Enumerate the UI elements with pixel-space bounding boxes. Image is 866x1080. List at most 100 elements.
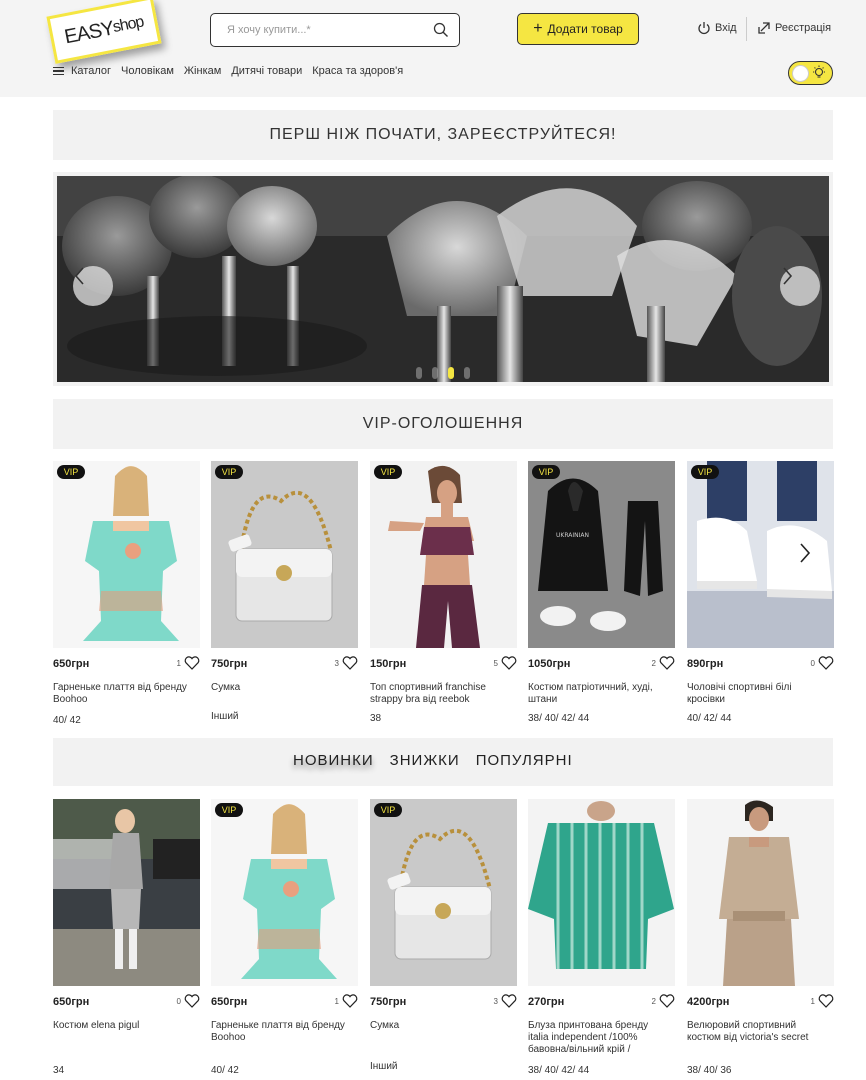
product-title[interactable]: Сумка (211, 682, 351, 694)
register-link[interactable]: Реєстрація (757, 21, 831, 35)
bulb-icon (813, 65, 825, 78)
product-title[interactable]: Гарненьке плаття від бренду Boohoo (53, 682, 193, 706)
product-image[interactable] (53, 799, 200, 986)
product-title[interactable]: Костюм патріотичний, худі, штани (528, 682, 668, 706)
slider-dot-active[interactable] (448, 367, 454, 379)
product-card[interactable]: 270грн 2 Блуза принтована бренду italia … (528, 799, 675, 1080)
vip-section-title: VIP-ОГОЛОШЕННЯ (362, 415, 524, 432)
product-sizes: 38/ 40/ 42/ 44 (528, 1065, 590, 1076)
theme-toggle[interactable] (788, 61, 833, 85)
product-price: 750грн (211, 658, 248, 670)
register-banner-text: ПЕРШ НІЖ ПОЧАТИ, ЗАРЕЄСТРУЙТЕСЯ! (269, 126, 617, 143)
category-nav: Каталог Чоловікам Жінкам Дитячі товари К… (53, 65, 403, 77)
product-card[interactable]: 650грн 0 Костюм elena pigul 34 (53, 799, 200, 1080)
heart-icon[interactable] (342, 656, 358, 670)
login-link[interactable]: Вхід (697, 21, 737, 35)
slider-dot[interactable] (416, 367, 422, 379)
product-price: 4200грн (687, 996, 730, 1008)
heart-icon[interactable] (501, 656, 517, 670)
like-control[interactable]: 2 (652, 994, 675, 1008)
product-image[interactable]: UKRAINIAN (528, 461, 675, 648)
nav-item-women[interactable]: Жінкам (184, 65, 221, 77)
product-title[interactable]: Чоловічі спортивні білі кросівки (687, 682, 827, 706)
product-card[interactable]: 4200грн 1 Велюровий спортивний костюм ві… (687, 799, 834, 1080)
heart-icon[interactable] (659, 656, 675, 670)
like-control[interactable]: 1 (177, 656, 200, 670)
header-divider (746, 17, 747, 41)
like-control[interactable]: 1 (811, 994, 834, 1008)
chevron-right-icon (783, 267, 793, 285)
makeup-brushes-photo (57, 176, 829, 382)
product-tabs: НОВИНКИ ЗНИЖКИ ПОПУЛЯРНІ (293, 752, 573, 769)
product-card[interactable]: UKRAINIAN VIP 1050грн 2 Костюм патріотич… (528, 461, 675, 751)
nav-item-kids[interactable]: Дитячі товари (231, 65, 302, 77)
chevron-left-icon (74, 267, 84, 285)
slider-dot[interactable] (432, 367, 438, 379)
add-product-label: Додати товар (547, 22, 623, 36)
heart-icon[interactable] (184, 656, 200, 670)
like-control[interactable]: 0 (177, 994, 200, 1008)
product-title[interactable]: Костюм elena pigul (53, 1020, 193, 1032)
search-input[interactable] (227, 22, 427, 38)
tab-new[interactable]: НОВИНКИ (293, 752, 374, 769)
product-image[interactable] (211, 799, 358, 986)
product-title[interactable]: Топ спортивний franchise strappy bra від… (370, 682, 510, 706)
product-image[interactable] (53, 461, 200, 648)
like-control[interactable]: 0 (811, 656, 834, 670)
product-card[interactable]: VIP 150грн 5 Топ спортивний franchise st… (370, 461, 517, 751)
product-image[interactable] (211, 461, 358, 648)
like-count: 1 (334, 996, 339, 1006)
product-price: 150грн (370, 658, 407, 670)
like-count: 5 (493, 658, 498, 668)
vip-badge: VIP (374, 803, 402, 817)
like-control[interactable]: 2 (652, 656, 675, 670)
product-card[interactable]: VIP 750грн 3 Сумка Інший (211, 461, 358, 751)
menu-icon (53, 67, 64, 75)
register-label: Реєстрація (775, 22, 832, 34)
add-product-button[interactable]: + Додати товар (517, 13, 639, 45)
like-control[interactable]: 1 (335, 994, 358, 1008)
like-control[interactable]: 3 (335, 656, 358, 670)
nav-item-beauty[interactable]: Краса та здоров'я (312, 65, 403, 77)
nav-item-men[interactable]: Чоловікам (121, 65, 174, 77)
product-image[interactable] (370, 799, 517, 986)
product-card[interactable]: VIP 750грн 3 Сумка Інший (370, 799, 517, 1080)
like-count: 1 (176, 658, 181, 668)
heart-icon[interactable] (501, 994, 517, 1008)
product-tabs-bar: НОВИНКИ ЗНИЖКИ ПОПУЛЯРНІ (53, 738, 833, 786)
heart-icon[interactable] (818, 656, 834, 670)
product-image[interactable] (370, 461, 517, 648)
product-card[interactable]: VIP 890грн 0 Чоловічі спортивні білі кро… (687, 461, 834, 751)
product-price: 650грн (53, 996, 90, 1008)
slider-dot[interactable] (464, 367, 470, 379)
heart-icon[interactable] (659, 994, 675, 1008)
product-sizes: 38/ 40/ 42/ 44 (528, 713, 590, 724)
product-card[interactable]: VIP 650грн 1 Гарненьке плаття від бренду… (53, 461, 200, 751)
product-title[interactable]: Гарненьке плаття від бренду Boohoo (211, 1020, 351, 1044)
product-sizes: 34 (53, 1065, 65, 1076)
like-control[interactable]: 5 (494, 656, 517, 670)
slider-prev-button[interactable] (73, 266, 113, 306)
catalog-menu[interactable]: Каталог (53, 65, 111, 77)
like-count: 0 (810, 658, 815, 668)
nav-item-catalog[interactable]: Каталог (71, 65, 111, 77)
product-image[interactable] (687, 799, 834, 986)
tab-discounts[interactable]: ЗНИЖКИ (390, 752, 460, 769)
product-title[interactable]: Велюровий спортивний костюм від victoria… (687, 1020, 827, 1044)
product-card[interactable]: VIP 650грн 1 Гарненьке плаття від бренду… (211, 799, 358, 1080)
product-sizes: 40/ 42 (53, 715, 81, 726)
vip-next-button[interactable] (790, 538, 820, 568)
heart-icon[interactable] (184, 994, 200, 1008)
slider-next-button[interactable] (780, 266, 820, 306)
product-title[interactable]: Сумка (370, 1020, 510, 1032)
vip-badge: VIP (374, 465, 402, 479)
logo[interactable]: EASY shop (46, 0, 162, 64)
search-icon[interactable] (433, 22, 449, 38)
search-box (210, 13, 460, 47)
like-control[interactable]: 3 (494, 994, 517, 1008)
product-image[interactable] (528, 799, 675, 986)
heart-icon[interactable] (818, 994, 834, 1008)
product-title[interactable]: Блуза принтована бренду italia independe… (528, 1020, 668, 1056)
tab-popular[interactable]: ПОПУЛЯРНІ (476, 752, 573, 769)
heart-icon[interactable] (342, 994, 358, 1008)
